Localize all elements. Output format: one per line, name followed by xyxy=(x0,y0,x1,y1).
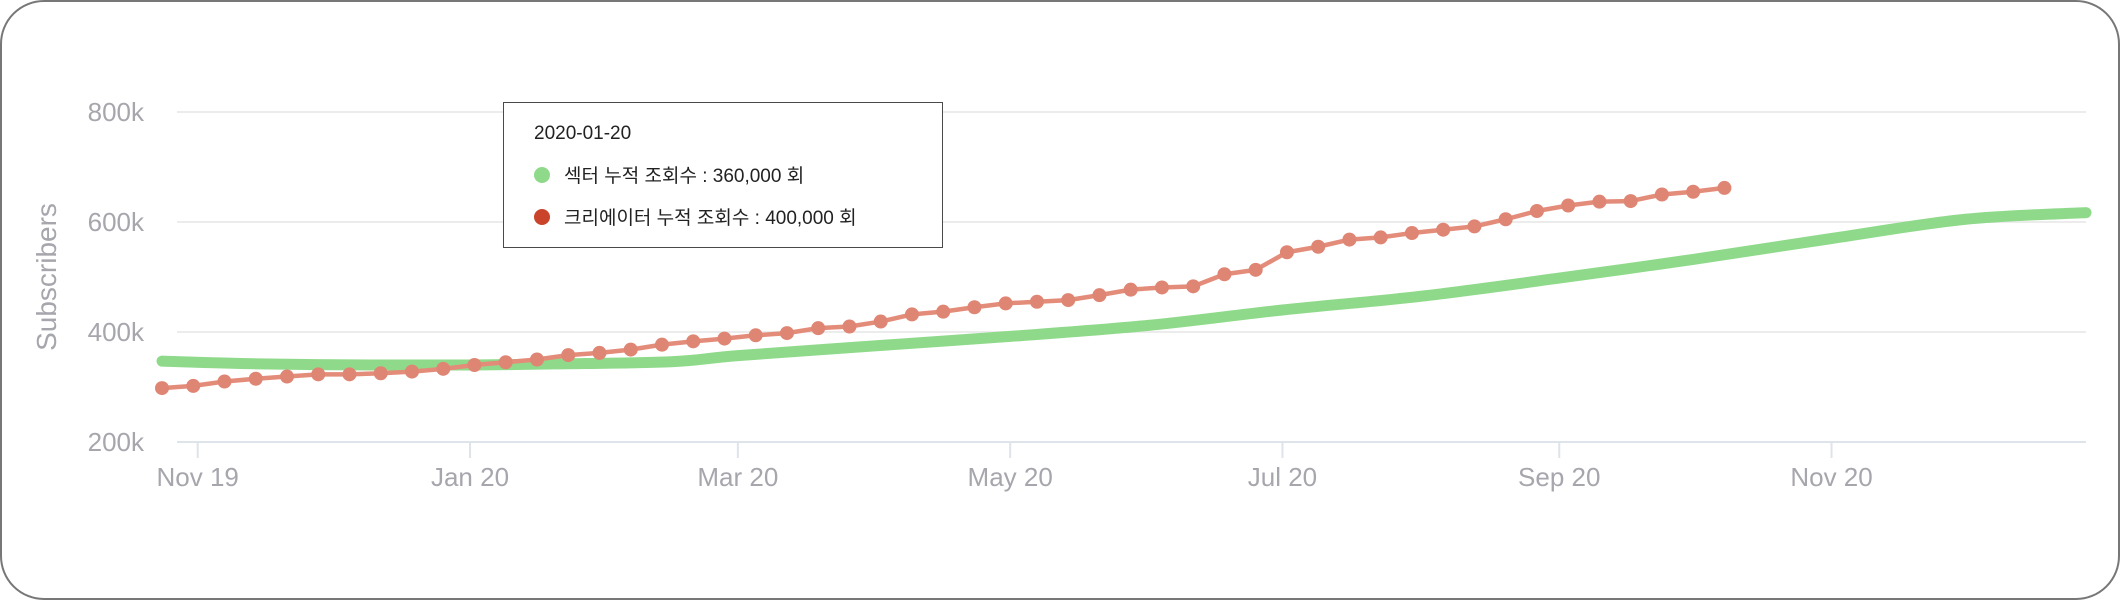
grid-lines xyxy=(177,111,2086,443)
tooltip-date: 2020-01-20 xyxy=(534,123,632,144)
creator-data-point xyxy=(155,381,169,396)
line-chart: 200k 400k 600k 800k Nov 19 Jan 20 Mar 20 May 20… xyxy=(31,97,2092,492)
creator-data-point xyxy=(748,328,763,343)
creator-data-point xyxy=(779,326,794,341)
creator-data-point xyxy=(1561,198,1576,213)
creator-data-point xyxy=(248,371,263,386)
y-tick-label: 200k xyxy=(88,427,145,457)
creator-data-point xyxy=(717,331,732,346)
creator-data-point xyxy=(1686,184,1701,199)
creator-data-point xyxy=(186,378,201,393)
creator-data-point xyxy=(1029,294,1044,309)
x-tick-label: Nov 20 xyxy=(1790,462,1872,492)
creator-data-point xyxy=(842,319,857,334)
creator-data-point xyxy=(686,334,701,349)
creator-data-point xyxy=(654,337,669,352)
x-tick-label: Sep 20 xyxy=(1518,462,1600,492)
tooltip-row-creator: 크리에이터 누적 조회수 : 400,000 회 xyxy=(534,203,857,230)
creator-data-point xyxy=(623,342,638,357)
creator-data-point xyxy=(1248,262,1263,277)
creator-data-point xyxy=(467,358,482,372)
creator-data-point xyxy=(904,307,919,322)
creator-data-point xyxy=(1436,222,1451,237)
creator-legend-dot-icon xyxy=(534,208,550,225)
y-tick-label: 400k xyxy=(88,317,145,347)
creator-data-point xyxy=(1592,194,1607,209)
creator-data-point xyxy=(1623,194,1638,209)
creator-data-point xyxy=(873,314,888,329)
creator-data-point xyxy=(561,348,576,363)
creator-data-point xyxy=(1498,212,1513,227)
tooltip-row-sector: 섹터 누적 조회수 : 360,000 회 xyxy=(534,161,804,188)
y-tick-label: 800k xyxy=(88,97,145,127)
creator-data-point xyxy=(1717,180,1732,195)
x-tick-label: May 20 xyxy=(968,462,1053,492)
creator-data-point xyxy=(1342,232,1357,247)
creator-data-point xyxy=(936,304,951,319)
creator-data-point xyxy=(436,361,451,376)
y-axis-title: Subscribers xyxy=(31,203,62,351)
creator-data-point xyxy=(967,300,982,315)
creator-data-point xyxy=(1279,245,1294,260)
creator-data-point xyxy=(279,369,294,384)
creator-data-point xyxy=(1154,280,1169,295)
creator-data-point xyxy=(1529,204,1544,218)
chart-tooltip: 2020-01-20 섹터 누적 조회수 : 360,000 회 크리에이터 누… xyxy=(503,102,943,248)
x-tick-label: Jan 20 xyxy=(431,462,509,492)
x-tick-label: Nov 19 xyxy=(157,462,239,492)
creator-data-point xyxy=(1217,267,1232,282)
creator-data-point xyxy=(1186,279,1201,294)
chart-card: 200k 400k 600k 800k Nov 19 Jan 20 Mar 20 May 20… xyxy=(0,0,2120,600)
creator-data-point xyxy=(1123,282,1138,297)
axes: 200k 400k 600k 800k Nov 19 Jan 20 Mar 20 May 20… xyxy=(88,97,1873,492)
creator-data-point xyxy=(1092,288,1107,303)
creator-data-point xyxy=(373,366,388,381)
creator-data-point xyxy=(1311,239,1326,254)
creator-data-point xyxy=(1654,187,1669,202)
creator-data-point xyxy=(1467,219,1482,234)
y-tick-label: 600k xyxy=(88,207,145,237)
creator-data-point xyxy=(1373,230,1388,245)
x-tick-label: Mar 20 xyxy=(697,462,778,492)
sector-legend-dot-icon xyxy=(534,166,550,183)
creator-data-point xyxy=(998,296,1013,311)
creator-data-point xyxy=(529,352,544,367)
creator-data-point xyxy=(811,321,826,336)
creator-data-point xyxy=(217,374,232,389)
x-tick-label: Jul 20 xyxy=(1248,462,1317,492)
creator-data-point xyxy=(311,367,326,382)
creator-data-point xyxy=(1061,293,1076,308)
creator-data-point xyxy=(592,345,607,360)
tooltip-creator-value: 크리에이터 누적 조회수 : 400,000 회 xyxy=(564,208,857,229)
creator-data-point xyxy=(498,355,513,370)
creator-data-point xyxy=(404,364,419,379)
tooltip-sector-value: 섹터 누적 조회수 : 360,000 회 xyxy=(564,166,805,187)
creator-data-point xyxy=(1404,226,1419,240)
creator-data-point xyxy=(342,367,357,382)
